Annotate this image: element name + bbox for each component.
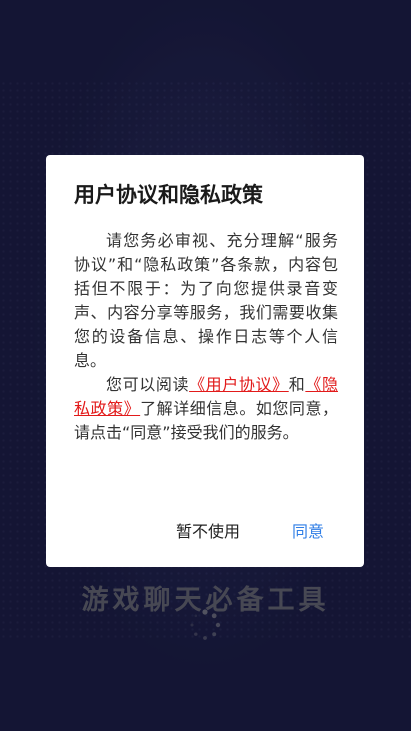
decline-button[interactable]: 暂不使用 (170, 517, 246, 547)
dialog-actions: 暂不使用 同意 (46, 517, 364, 547)
agree-button[interactable]: 同意 (286, 517, 330, 547)
dialog-paragraph-2: 您可以阅读《用户协议》和《隐私政策》了解详细信息。如您同意，请点击“同意”接受我… (74, 373, 338, 445)
paragraph-2-and: 和 (288, 375, 306, 394)
dialog-paragraph-1: 请您务必审视、充分理解“服务协议”和“隐私政策”各条款，内容包括但不限于：为了向… (74, 231, 338, 370)
user-agreement-link[interactable]: 《用户协议》 (189, 375, 289, 394)
privacy-dialog: 用户协议和隐私政策 请您务必审视、充分理解“服务协议”和“隐私政策”各条款，内容… (46, 155, 364, 567)
dialog-body: 请您务必审视、充分理解“服务协议”和“隐私政策”各条款，内容包括但不限于：为了向… (74, 229, 338, 445)
dialog-title: 用户协议和隐私政策 (74, 183, 263, 207)
paragraph-2-intro: 您可以阅读 (106, 375, 190, 394)
